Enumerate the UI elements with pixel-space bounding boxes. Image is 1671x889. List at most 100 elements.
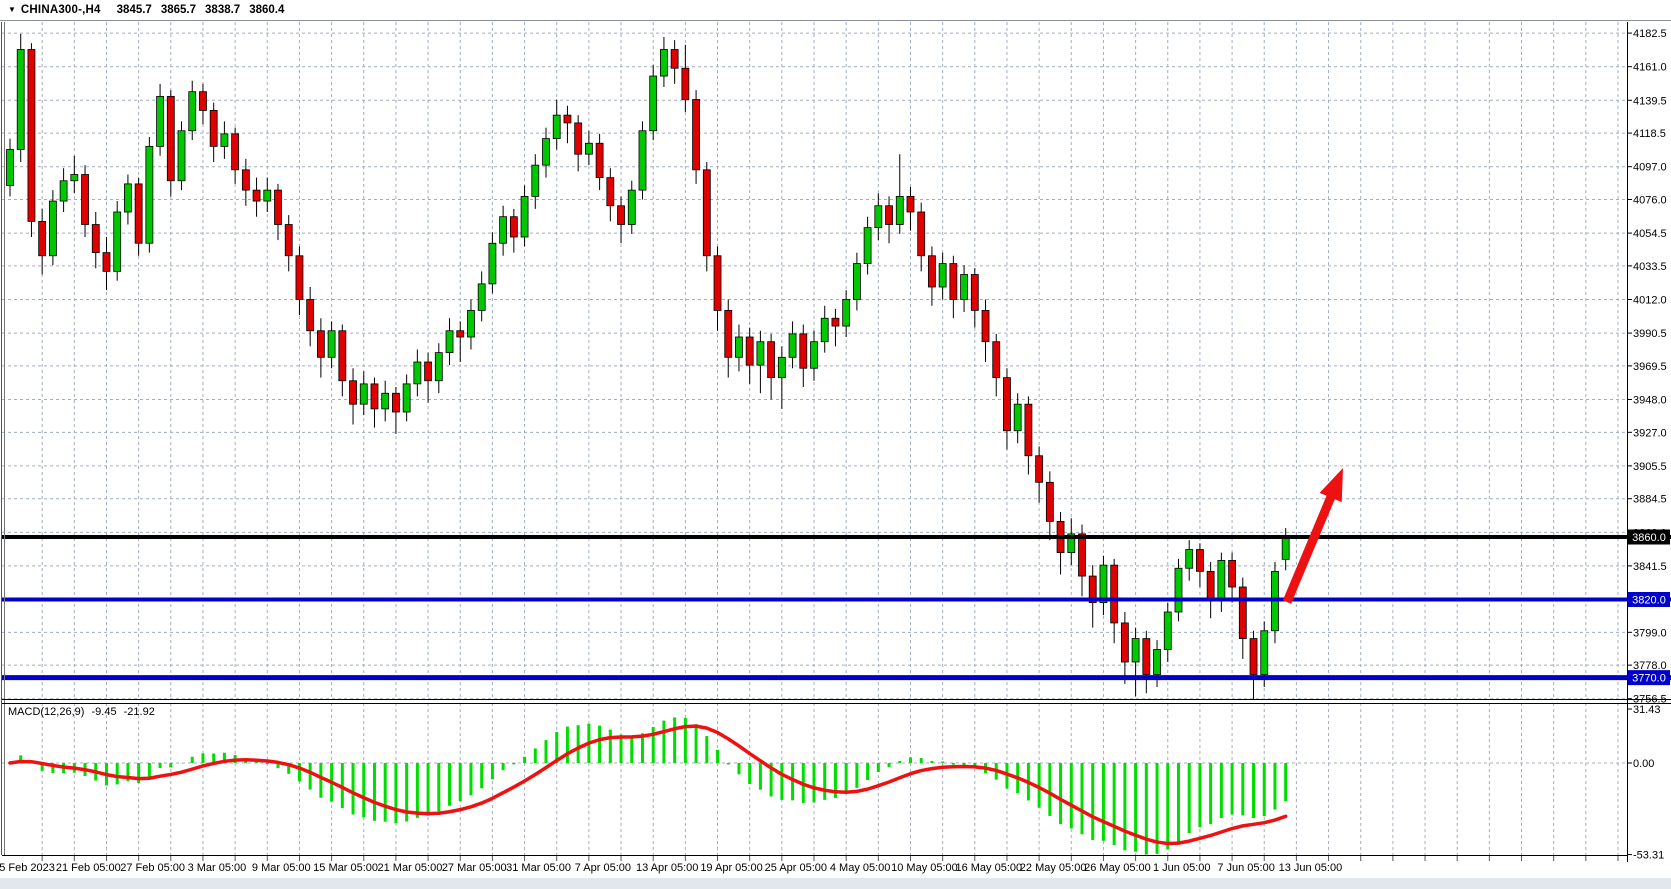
candle-body (725, 310, 732, 357)
candle-body (1046, 482, 1053, 521)
candle-body (618, 206, 625, 225)
symbol-timeframe-label: CHINA300-,H4 (21, 4, 101, 16)
price-tick-label: 4076.0 (1633, 195, 1667, 207)
price-tick-label: 3969.5 (1633, 361, 1667, 373)
price-tick-label: 4012.0 (1633, 295, 1667, 307)
candle-body (746, 337, 753, 365)
candle-body (71, 175, 78, 181)
candle-body (543, 139, 550, 166)
price-tick-label: 4182.5 (1633, 28, 1667, 40)
candle-body (1111, 565, 1118, 623)
candle-body (564, 115, 571, 123)
candle-body (275, 190, 282, 224)
candle-body (628, 190, 635, 224)
macd-signal-value: -21.92 (124, 706, 155, 718)
quote-low-value: 3838.7 (205, 4, 240, 16)
price-tick-label: 4139.5 (1633, 95, 1667, 107)
date-label: 22 May 05:00 (1020, 862, 1087, 874)
date-label: 21 Mar 05:00 (378, 862, 443, 874)
candle-body (124, 184, 131, 212)
symbol-dropdown-icon[interactable]: ▼ (8, 6, 16, 14)
candle-body (285, 225, 292, 256)
candle-body (1154, 650, 1161, 675)
candle-body (596, 143, 603, 177)
candle-body (489, 243, 496, 284)
candle-body (832, 318, 839, 326)
candle-body (553, 115, 560, 138)
candle-body (478, 284, 485, 311)
candle-body (446, 331, 453, 353)
candle-body (886, 206, 893, 225)
date-label: 7 Apr 05:00 (575, 862, 631, 874)
date-label: 27 Mar 05:00 (442, 862, 507, 874)
candle-body (1250, 639, 1257, 675)
candle-body (1207, 571, 1214, 599)
macd-tick-label: -53.31 (1633, 850, 1664, 862)
candle-body (457, 331, 464, 337)
candle-body (1100, 565, 1107, 603)
candle-body (253, 190, 260, 201)
date-label: 13 Apr 05:00 (636, 862, 698, 874)
price-tick-label: 3990.5 (1633, 328, 1667, 340)
quote-close-value: 3860.4 (249, 4, 284, 16)
candle-body (703, 170, 710, 256)
price-tick-label: 3905.5 (1633, 461, 1667, 473)
date-label: 25 Apr 05:00 (765, 862, 827, 874)
candle-body (425, 362, 432, 381)
price-tick-label: 3884.5 (1633, 494, 1667, 506)
date-label: 9 Mar 05:00 (252, 862, 311, 874)
candle-body (650, 76, 657, 131)
candle-body (221, 134, 228, 147)
date-label: 26 May 05:00 (1084, 862, 1151, 874)
candle-body (896, 196, 903, 224)
quote-high-value: 3865.7 (161, 4, 196, 16)
candle-body (371, 384, 378, 409)
candle-body (532, 165, 539, 196)
candle-body (199, 92, 206, 111)
candle-body (671, 50, 678, 69)
candle-body (1079, 534, 1086, 576)
date-label: 7 Jun 05:00 (1217, 862, 1275, 874)
date-label: 10 May 05:00 (891, 862, 958, 874)
candle-body (939, 264, 946, 287)
candle-body (1164, 612, 1171, 650)
candle-body (982, 310, 989, 341)
candle-body (778, 357, 785, 377)
candle-body (639, 131, 646, 190)
candle-body (382, 393, 389, 409)
candle-body (28, 50, 35, 222)
candle-body (928, 256, 935, 287)
date-label: 4 May 05:00 (830, 862, 891, 874)
price-line-label: 3770.0 (1632, 673, 1666, 685)
candle-body (157, 96, 164, 146)
quote-bar: ▼ CHINA300-,H4 3845.7 3865.7 3838.7 3860… (0, 0, 1671, 21)
date-label: 15 Feb 2023 (0, 862, 55, 874)
candle-body (510, 217, 517, 237)
candle-body (167, 96, 174, 180)
candle-body (1121, 623, 1128, 662)
date-label: 21 Feb 05:00 (56, 862, 121, 874)
candle-body (1218, 560, 1225, 599)
candle-body (585, 143, 592, 154)
candle-body (39, 221, 46, 255)
macd-name: MACD(12,26,9) (8, 706, 84, 718)
date-label: 16 May 05:00 (955, 862, 1022, 874)
trading-terminal-window: { "quote_bar": { "dropdown_icon": "▼", "… (0, 0, 1671, 889)
price-tick-label: 4097.0 (1633, 162, 1667, 174)
price-line-label: 3860.0 (1632, 532, 1666, 544)
candle-body (660, 50, 667, 77)
candle-body (735, 337, 742, 357)
date-label: 31 Mar 05:00 (506, 862, 571, 874)
date-label: 13 Jun 05:00 (1279, 862, 1343, 874)
time-axis-labels: 15 Feb 202321 Feb 05:0027 Feb 05:003 Mar… (0, 862, 1342, 874)
candle-body (7, 150, 14, 186)
candle-body (17, 50, 24, 150)
candle-body (961, 275, 968, 300)
candle-body (103, 253, 110, 272)
candle-body (800, 334, 807, 368)
candle-body (971, 275, 978, 311)
date-label: 3 Mar 05:00 (188, 862, 247, 874)
price-tick-label: 4118.5 (1633, 128, 1666, 140)
candle-body (789, 334, 796, 357)
candle-body (864, 228, 871, 264)
